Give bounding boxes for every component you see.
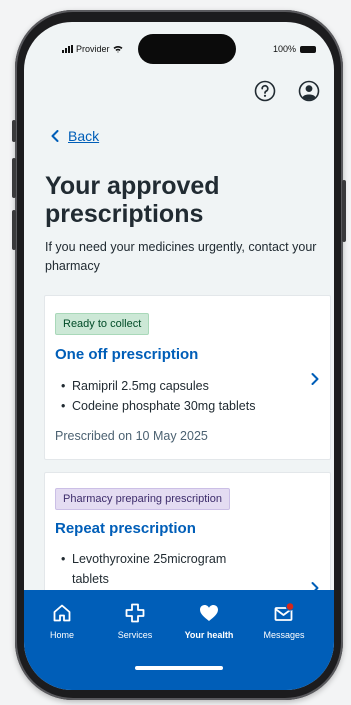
volume-up-button [12,158,16,198]
list-item: Codeine phosphate 30mg tablets [55,396,255,416]
back-link-label: Back [68,128,100,144]
nav-item-services[interactable]: Services [100,602,170,640]
nav-label: Home [49,630,74,640]
envelope-icon [274,602,295,621]
back-link[interactable]: Back [51,128,99,144]
nav-item-your-health[interactable]: Your health [174,602,244,640]
help-circle-icon[interactable] [254,80,276,102]
nav-label: Your health [184,630,234,640]
header-actions [254,80,320,102]
chevron-right-icon[interactable] [310,372,320,386]
power-button [342,180,346,242]
status-badge: Ready to collect [55,313,150,335]
home-icon [53,604,71,622]
services-cross-icon [125,603,145,623]
nav-item-messages[interactable]: Messages [249,602,319,640]
chevron-left-icon [51,130,59,142]
nav-label: Messages [263,630,305,640]
nav-item-home[interactable]: Home [27,602,97,640]
status-badge: Pharmacy preparing prescription [55,488,230,510]
carrier-name: Provider [76,44,110,54]
signal-icon [62,45,73,53]
card-title[interactable]: One off prescription [55,346,198,363]
page-subtitle: If you need your medicines urgently, con… [45,240,317,273]
medicine-list: Ramipril 2.5mg capsules Codeine phosphat… [55,376,255,416]
wifi-icon [113,45,123,53]
app-screen: Provider 100% Back Your approved prescri… [24,22,334,690]
medicine-list: Levothyroxine 25microgram tablets [55,549,255,589]
bottom-navigation: Home Services Your health Messages [24,590,334,690]
volume-down-button [12,210,16,250]
card-title[interactable]: Repeat prescription [55,520,196,537]
mute-switch [12,120,16,142]
home-indicator[interactable] [135,666,223,670]
nav-label: Services [117,630,153,640]
prescribed-date: Prescribed on 10 May 2025 [55,429,208,443]
battery-percent: 100% [272,44,296,54]
account-icon[interactable] [298,80,320,102]
page-title: Your approved prescriptions [45,172,220,228]
battery-icon [300,45,316,53]
carrier-info: Provider [62,44,123,54]
list-item: Ramipril 2.5mg capsules [55,376,255,396]
battery-status: 100% [273,44,316,54]
dynamic-island [138,34,236,64]
notification-badge [285,602,295,611]
prescription-card-one-off[interactable]: Ready to collect One off prescription Ra… [44,295,331,460]
heart-icon [200,605,218,621]
list-item: Levothyroxine 25microgram tablets [55,549,255,589]
